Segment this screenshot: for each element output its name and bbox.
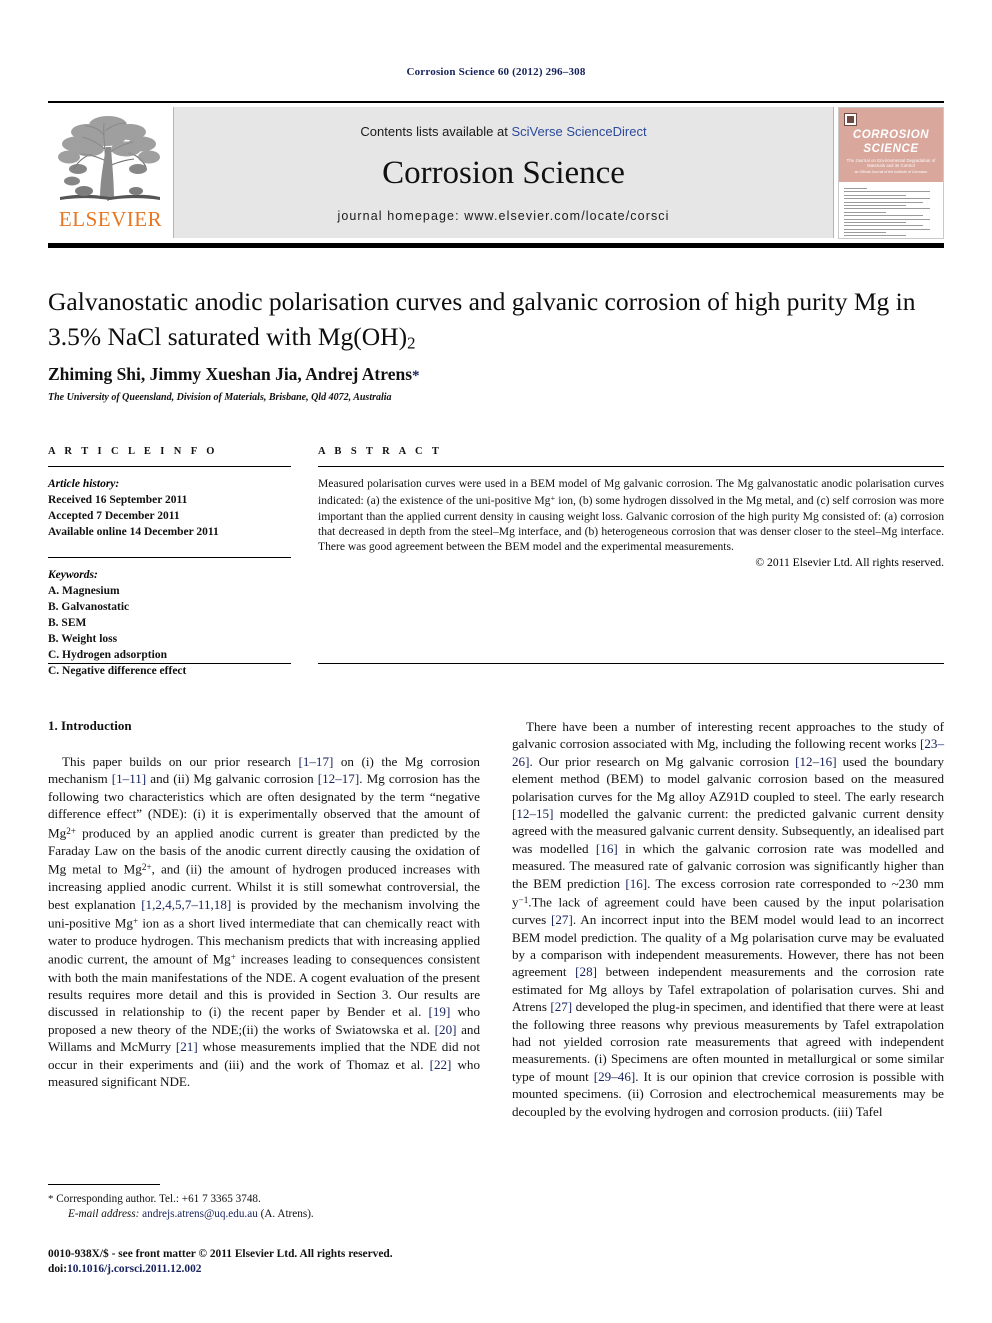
abstract-paragraph: Measured polarisation curves were used i… [318, 476, 944, 554]
intro-paragraph-right: There have been a number of interesting … [512, 718, 944, 1120]
abstract-bottom-rule [318, 663, 944, 665]
body-column-right: There have been a number of interesting … [512, 718, 944, 1120]
journal-masthead: ELSEVIER Contents lists available at Sci… [48, 101, 944, 240]
masthead-center-panel: Contents lists available at SciVerse Sci… [173, 107, 834, 238]
citation-ref[interactable]: [16] [625, 876, 647, 891]
affiliation: The University of Queensland, Division o… [48, 392, 392, 403]
abstract-body: Measured polarisation curves were used i… [318, 466, 944, 570]
superscript: 2+ [141, 862, 152, 873]
email-owner: (A. Atrens). [260, 1208, 314, 1220]
text-run: There have been a number of interesting … [512, 719, 944, 752]
article-info-heading: A R T I C L E I N F O [48, 446, 218, 457]
section-heading-introduction: 1. Introduction [48, 718, 132, 733]
keyword-item: B. Galvanostatic [48, 601, 130, 613]
superscript: −1 [518, 895, 529, 906]
history-accepted: Accepted 7 December 2011 [48, 510, 180, 522]
text-run: This paper builds on our prior research [62, 754, 299, 769]
cover-subtitle: The Journal on Environmental Degradation… [846, 158, 936, 168]
footnote-rule [48, 1184, 160, 1185]
body-column-left: 1. Introduction This paper builds on our… [48, 718, 480, 1090]
intro-paragraph-left: This paper builds on our prior research … [48, 753, 480, 1090]
citation-ref[interactable]: [12–15] [512, 806, 553, 821]
keyword-item: B. Weight loss [48, 633, 118, 645]
keyword-item: A. Magnesium [48, 585, 120, 597]
imprint-block: 0010-938X/$ - see front matter © 2011 El… [48, 1247, 498, 1277]
email-label: E-mail address: [68, 1208, 140, 1220]
title-subscript: 2 [407, 333, 416, 353]
cover-title-line1: CORROSION [852, 129, 930, 141]
article-info-bottom-rule [48, 663, 291, 665]
contents-prefix: Contents lists available at [360, 124, 512, 139]
citation-ref[interactable]: [16] [596, 841, 618, 856]
author-names: Zhiming Shi, Jimmy Xueshan Jia, Andrej A… [48, 364, 413, 384]
running-head: Corrosion Science 60 (2012) 296–308 [406, 66, 586, 78]
citation-ref[interactable]: [12–17] [318, 771, 359, 786]
elsevier-wordmark: ELSEVIER [58, 207, 163, 231]
corresponding-author-text: Corresponding author. Tel.: +61 7 3365 3… [56, 1193, 261, 1205]
contents-available-line: Contents lists available at SciVerse Sci… [174, 124, 833, 139]
history-received: Received 16 September 2011 [48, 494, 188, 506]
journal-cover-thumbnail: CORROSION SCIENCE The Journal on Environ… [838, 107, 944, 239]
citation-ref[interactable]: [21] [176, 1039, 198, 1054]
footnote-star: * [48, 1193, 54, 1205]
article-history-block: Article history: Received 16 September 2… [48, 466, 291, 540]
citation-ref[interactable]: [28] [575, 964, 597, 979]
keyword-item: B. SEM [48, 617, 87, 629]
citation-ref[interactable]: [1–11] [112, 771, 146, 786]
doi-link[interactable]: 10.1016/j.corsci.2011.12.002 [67, 1263, 201, 1275]
abstract-section: A B S T R A C T Measured polarisation cu… [318, 446, 944, 570]
citation-ref[interactable]: [12–16] [795, 754, 836, 769]
cover-badge-icon [844, 113, 857, 126]
title-line-2: 3.5% NaCl saturated with Mg(OH) [48, 322, 408, 351]
doi-label: doi: [48, 1263, 67, 1275]
paper-page: Corrosion Science 60 (2012) 296–308 ELSE… [0, 0, 992, 1323]
superscript: 2+ [66, 825, 76, 836]
elsevier-tree-icon [54, 109, 166, 207]
keywords-block: Keywords: A. Magnesium B. Galvanostatic … [48, 557, 291, 679]
journal-title: Corrosion Science [382, 155, 625, 191]
issn-front-matter-line: 0010-938X/$ - see front matter © 2011 El… [48, 1248, 393, 1260]
citation-ref[interactable]: [1–17] [298, 754, 333, 769]
citation-ref[interactable]: [29–46] [594, 1069, 635, 1084]
keyword-item: C. Hydrogen adsorption [48, 649, 167, 661]
citation-ref[interactable]: [27] [550, 999, 572, 1014]
author-list: Zhiming Shi, Jimmy Xueshan Jia, Andrej A… [48, 364, 948, 385]
cover-title-line2: SCIENCE [863, 143, 919, 155]
masthead-bottom-rule [48, 243, 944, 248]
abstract-heading: A B S T R A C T [318, 446, 443, 457]
cover-contents-lines [844, 188, 938, 237]
text-run: and (ii) Mg galvanic corrosion [146, 771, 318, 787]
citation-ref[interactable]: [1,2,4,5,7–11,18] [141, 897, 231, 912]
keywords-label: Keywords: [48, 569, 98, 581]
email-note: E-mail address: andrejs.atrens@uq.edu.au… [48, 1207, 480, 1222]
footnote-block: * Corresponding author. Tel.: +61 7 3365… [48, 1184, 480, 1222]
elsevier-logo: ELSEVIER [48, 107, 173, 239]
journal-homepage-link[interactable]: journal homepage: www.elsevier.com/locat… [174, 209, 833, 223]
page-title: Galvanostatic anodic polarisation curves… [48, 284, 948, 361]
keyword-item: C. Negative difference effect [48, 665, 187, 677]
sciencedirect-link[interactable]: SciVerse ScienceDirect [511, 124, 646, 139]
article-info-section: A R T I C L E I N F O Article history: R… [48, 446, 291, 679]
corresponding-author-marker: * [412, 368, 420, 384]
copyright-line: © 2011 Elsevier Ltd. All rights reserved… [755, 556, 944, 570]
email-link[interactable]: andrejs.atrens@uq.edu.au [142, 1208, 258, 1220]
citation-ref[interactable]: [19] [428, 1004, 450, 1019]
corresponding-author-note: * Corresponding author. Tel.: +61 7 3365… [48, 1192, 480, 1207]
title-line-1: Galvanostatic anodic polarisation curves… [48, 287, 916, 316]
article-history-label: Article history: [48, 478, 120, 490]
cover-header-band: CORROSION SCIENCE The Journal on Environ… [839, 108, 943, 182]
text-run: . Our prior research on Mg galvanic corr… [529, 753, 796, 769]
citation-ref[interactable]: [27] [551, 912, 573, 927]
citation-ref[interactable]: [22] [430, 1057, 452, 1072]
history-available-online: Available online 14 December 2011 [48, 526, 219, 538]
cover-society-line: an Official Journal of the Institute of … [854, 170, 928, 174]
citation-ref[interactable]: [20] [435, 1022, 457, 1037]
doi-line: doi:10.1016/j.corsci.2011.12.002 [48, 1262, 498, 1277]
